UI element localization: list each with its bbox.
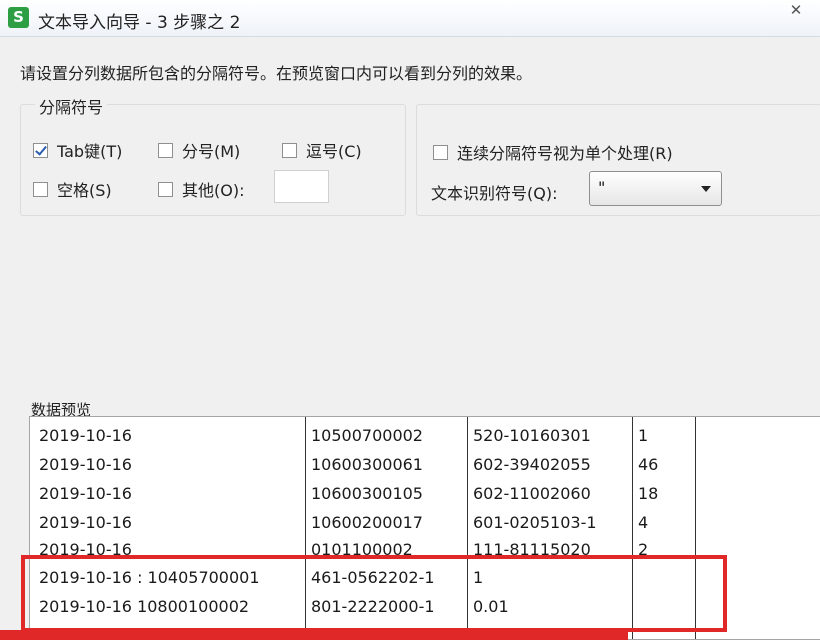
other-checkbox[interactable]: 其他(O): <box>158 177 244 201</box>
space-checkbox-label: 空格(S) <box>57 181 112 200</box>
preview-cell: 10600300061 <box>311 455 423 474</box>
space-checkbox[interactable]: 空格(S) <box>33 177 112 201</box>
preview-cell: 2019-10-16 <box>39 513 132 532</box>
checkbox-icon[interactable] <box>433 144 448 160</box>
instruction-text: 请设置分列数据所包含的分隔符号。在预览窗口内可以看到分列的效果。 <box>20 64 533 83</box>
highlight-box <box>21 555 727 632</box>
window-title: 文本导入向导 - 3 步骤之 2 <box>38 13 241 33</box>
preview-cell: 2019-10-16 <box>39 455 132 474</box>
other-checkbox-label: 其他(O): <box>182 181 245 200</box>
preview-cell: 10600300105 <box>311 484 423 503</box>
checkbox-icon[interactable] <box>158 142 173 158</box>
other-delimiter-input[interactable] <box>274 170 329 203</box>
checkbox-icon[interactable] <box>282 142 297 158</box>
preview-cell: 1 <box>638 426 649 445</box>
tab-checkbox-label: Tab键(T) <box>57 142 123 161</box>
checkbox-icon[interactable] <box>158 181 173 197</box>
close-button[interactable]: ✕ <box>772 0 820 22</box>
preview-cell: 601-0205103-1 <box>473 513 597 532</box>
text-qualifier-value: " <box>598 178 606 197</box>
delimiters-legend: 分隔符号 <box>35 94 108 118</box>
preview-cell: 4 <box>638 513 649 532</box>
checkbox-checked-icon[interactable] <box>33 142 48 158</box>
preview-cell: 46 <box>638 455 659 474</box>
semicolon-checkbox[interactable]: 分号(M) <box>158 138 240 162</box>
title-bar: S 文本导入向导 - 3 步骤之 2 ✕ <box>0 0 820 37</box>
tab-checkbox[interactable]: Tab键(T) <box>33 138 122 162</box>
preview-cell: 2019-10-16 <box>39 484 132 503</box>
semicolon-checkbox-label: 分号(M) <box>182 142 241 161</box>
chevron-down-icon[interactable] <box>701 186 711 192</box>
preview-cell: 18 <box>638 484 659 503</box>
highlight-stripe <box>0 630 628 640</box>
preview-cell: 602-39402055 <box>473 455 591 474</box>
preview-cell: 10600200017 <box>311 513 423 532</box>
preview-cell: 602-11002060 <box>473 484 591 503</box>
preview-cell: 520-10160301 <box>473 426 591 445</box>
app-icon: S <box>8 7 29 28</box>
consecutive-checkbox[interactable]: 连续分隔符号视为单个处理(R) <box>433 140 673 164</box>
comma-checkbox[interactable]: 逗号(C) <box>282 138 362 162</box>
text-qualifier-label: 文本识别符号(Q): <box>431 184 558 203</box>
text-qualifier-select[interactable]: " <box>589 171 722 206</box>
checkbox-icon[interactable] <box>33 181 48 197</box>
preview-cell: 10500700002 <box>311 426 423 445</box>
comma-checkbox-label: 逗号(C) <box>306 142 362 161</box>
preview-cell: 2019-10-16 <box>39 426 132 445</box>
consecutive-checkbox-label: 连续分隔符号视为单个处理(R) <box>457 144 673 163</box>
